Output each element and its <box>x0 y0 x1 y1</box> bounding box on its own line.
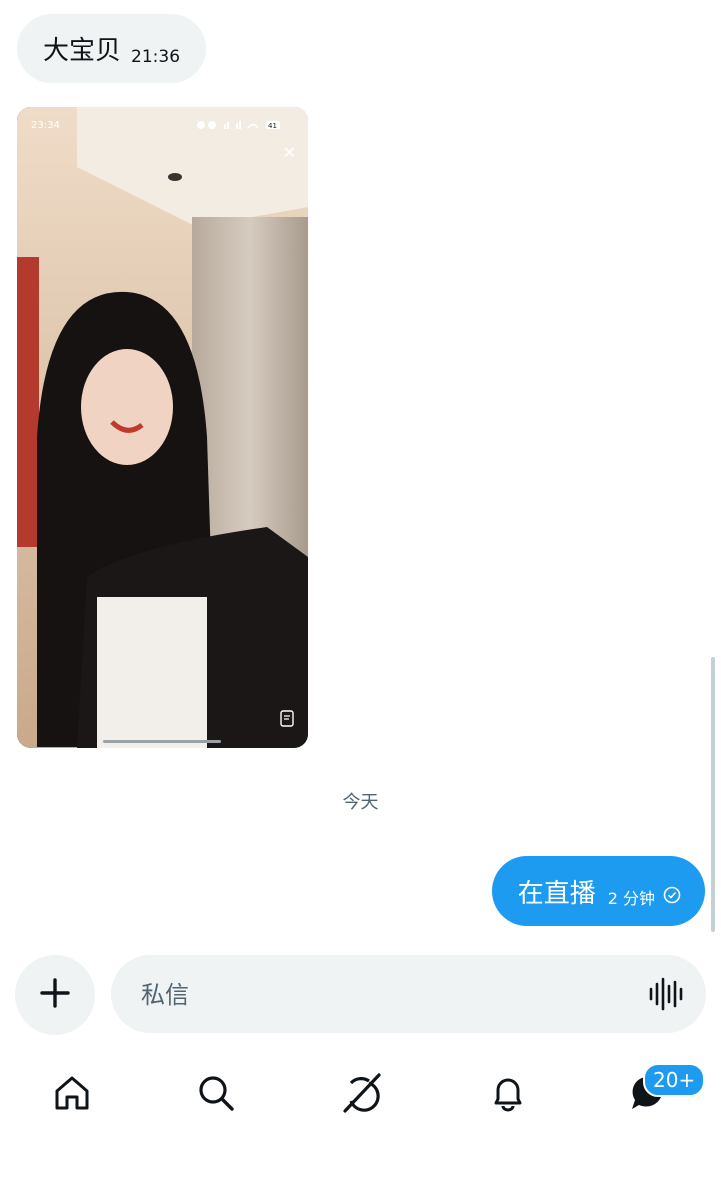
message-text: 在直播 <box>517 878 596 909</box>
message-time: 2 分钟 <box>607 889 655 908</box>
screenshot-note-icon <box>280 710 296 728</box>
search-icon <box>196 1073 236 1117</box>
tab-notifications[interactable] <box>480 1070 536 1120</box>
screenshot-home-indicator <box>103 740 221 743</box>
day-separator: 今天 <box>342 792 379 813</box>
screenshot-photo <box>17 107 308 748</box>
home-icon <box>52 1073 92 1117</box>
message-input[interactable] <box>139 955 623 1035</box>
screenshot-close-icon: ✕ <box>282 143 296 162</box>
add-attachment-button[interactable] <box>15 955 95 1035</box>
voice-waveform-icon[interactable] <box>648 976 684 1016</box>
sent-check-icon <box>663 886 681 908</box>
plus-icon <box>39 977 71 1013</box>
scrollbar[interactable] <box>711 657 715 932</box>
bottom-tab-bar <box>0 1052 721 1136</box>
messages-unread-badge: 20+ <box>643 1063 706 1097</box>
tab-home[interactable] <box>44 1070 100 1120</box>
incoming-message-bubble[interactable]: 大宝贝 21:36 <box>17 14 207 83</box>
screenshot-status-icons: 41 <box>196 120 296 130</box>
tab-search[interactable] <box>188 1070 244 1120</box>
screenshot-status-time: 23:34 <box>31 120 60 131</box>
tab-grok[interactable] <box>333 1070 389 1120</box>
notifications-bell-icon <box>488 1073 528 1117</box>
message-time: 21:36 <box>131 46 181 67</box>
shared-screenshot-image[interactable]: 23:34 41 ✕ <box>17 107 308 748</box>
message-composer <box>111 955 706 1035</box>
outgoing-message-bubble[interactable]: 在直播 2 分钟 <box>491 856 705 926</box>
svg-text:41: 41 <box>268 122 277 130</box>
grok-icon <box>339 1071 383 1119</box>
message-text: 大宝贝 <box>43 36 122 66</box>
